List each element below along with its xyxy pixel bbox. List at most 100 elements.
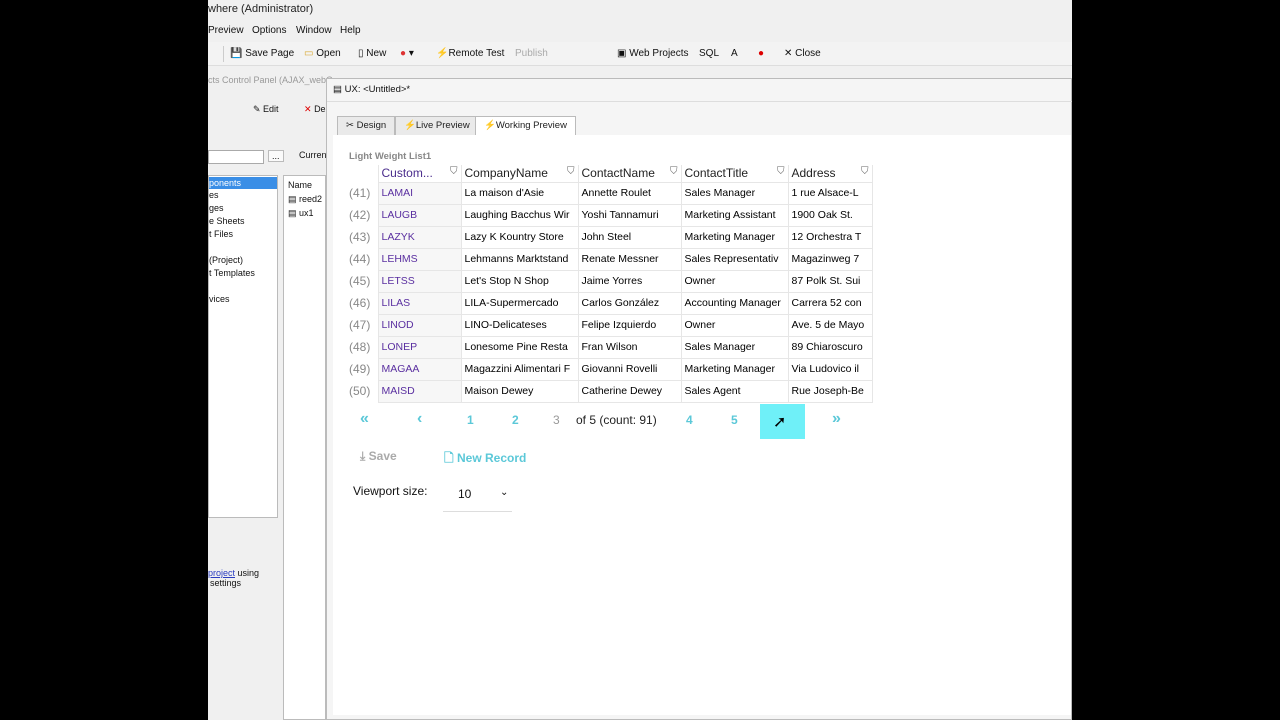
- web-projects-button[interactable]: ▣ Web Projects: [617, 48, 689, 59]
- company-name-cell: LILA-Supermercado: [460, 291, 579, 315]
- table-row[interactable]: (42) LAUGB Laughing Bacchus Wir Yoshi Tanna…: [346, 203, 873, 227]
- filter-input[interactable]: [208, 150, 264, 164]
- customer-id-cell: LETSS: [377, 269, 462, 293]
- customer-id-cell: LAUGB: [377, 203, 462, 227]
- save-button[interactable]: ⤓ Save: [360, 449, 397, 464]
- tab-design[interactable]: ✂ Design: [337, 116, 396, 135]
- row-number: (43): [346, 226, 378, 248]
- label: Save: [368, 449, 397, 463]
- filter-icon[interactable]: ⛉: [670, 166, 678, 177]
- contact-title-cell: Accounting Manager: [680, 291, 789, 315]
- row-number: (49): [346, 358, 378, 380]
- column-header-companyname[interactable]: CompanyName ⛉: [460, 165, 579, 183]
- table-row[interactable]: (48) LONEP Lonesome Pine Resta Fran Wilson S…: [346, 335, 873, 359]
- record-icon[interactable]: ●: [758, 48, 764, 59]
- table-row[interactable]: (46) LILAS LILA-Supermercado Carlos Gonzále…: [346, 291, 873, 315]
- tree-item[interactable]: (Project): [209, 254, 277, 267]
- open-button[interactable]: ▭ Open: [304, 48, 341, 59]
- tab-working-preview[interactable]: ⚡Working Preview: [475, 116, 576, 135]
- company-name-cell: Magazzini Alimentari F: [460, 357, 579, 381]
- chrome-icon: ●: [400, 48, 407, 59]
- publish-button[interactable]: Publish: [515, 48, 548, 59]
- label: Design: [356, 120, 387, 131]
- viewport-size-select[interactable]: 10 ⌄: [443, 484, 512, 512]
- menu-preview[interactable]: Preview: [208, 25, 244, 36]
- tree-item[interactable]: es: [209, 189, 277, 202]
- file-item[interactable]: ▤ ux1: [284, 208, 325, 219]
- filter-icon[interactable]: ⛉: [450, 166, 458, 177]
- sql-button[interactable]: SQL: [699, 48, 719, 59]
- tree-item[interactable]: vices: [209, 293, 277, 306]
- tree-item[interactable]: ges: [209, 202, 277, 215]
- name-header: Name: [288, 180, 313, 190]
- address-cell: 87 Polk St. Sui: [787, 269, 873, 293]
- first-page-button[interactable]: «: [360, 410, 369, 428]
- new-button[interactable]: ▯ New: [358, 48, 386, 59]
- save-icon: 💾: [230, 48, 243, 59]
- font-icon[interactable]: A: [731, 48, 738, 59]
- company-name-cell: La maison d'Asie: [460, 181, 579, 205]
- company-name-cell: Lonesome Pine Resta: [460, 335, 579, 359]
- table-row[interactable]: (41) LAMAI La maison d'Asie Annette Roulet S…: [346, 181, 873, 205]
- browse-button[interactable]: ...: [268, 150, 284, 162]
- contact-name-cell: Yoshi Tannamuri: [577, 203, 682, 227]
- column-header-contacttitle[interactable]: ContactTitle ⛉: [680, 165, 789, 183]
- lightning-icon: ⚡: [436, 48, 449, 59]
- table-row[interactable]: (49) MAGAA Magazzini Alimentari F Giovanni …: [346, 357, 873, 381]
- page-5-button[interactable]: 5: [731, 413, 738, 427]
- filter-icon[interactable]: ⛉: [861, 166, 869, 177]
- tab-live-preview[interactable]: ⚡Live Preview: [395, 116, 479, 135]
- download-icon: ⤓: [360, 449, 366, 463]
- customer-id-cell: LAZYK: [377, 225, 462, 249]
- tree-item[interactable]: ponents: [209, 177, 277, 189]
- tree-item[interactable]: t Templates: [209, 267, 277, 280]
- company-name-cell: Let's Stop N Shop: [460, 269, 579, 293]
- close-button[interactable]: ✕ Close: [784, 48, 821, 59]
- company-name-cell: Maison Dewey: [460, 379, 579, 403]
- page-4-button[interactable]: 4: [686, 413, 693, 427]
- table-row[interactable]: (44) LEHMS Lehmanns Marktstand Renate Messn…: [346, 247, 873, 271]
- file-item[interactable]: ▤ reed2: [284, 194, 325, 205]
- delete-icon: ✕: [304, 104, 312, 114]
- last-page-button[interactable]: »: [832, 410, 841, 428]
- menu-options[interactable]: Options: [252, 25, 286, 36]
- next-page-button[interactable]: ➚: [760, 404, 805, 439]
- label: Publish: [515, 48, 548, 59]
- page-1-button[interactable]: 1: [467, 413, 474, 427]
- edit-button[interactable]: ✎ Edit: [253, 104, 279, 115]
- tree-item[interactable]: e Sheets: [209, 215, 277, 228]
- column-header-customerid[interactable]: Custom... ⛉: [377, 165, 462, 183]
- delete-button[interactable]: ✕ De: [304, 104, 326, 115]
- contact-title-cell: Sales Manager: [680, 335, 789, 359]
- project-link[interactable]: project: [208, 568, 235, 578]
- cursor-icon: ➚: [773, 414, 787, 431]
- menu-help[interactable]: Help: [340, 25, 361, 36]
- address-cell: Carrera 52 con: [787, 291, 873, 315]
- control-panel-title: cts Control Panel (AJAX_webC: [208, 75, 333, 85]
- menu-window[interactable]: Window: [296, 25, 332, 36]
- filter-icon[interactable]: ⛉: [777, 166, 785, 177]
- tree-item[interactable]: t Files: [209, 228, 277, 241]
- new-record-button[interactable]: 🗋 New Record: [444, 449, 526, 470]
- footer-note: project using settings: [208, 568, 259, 588]
- table-row[interactable]: (45) LETSS Let's Stop N Shop Jaime Yorres Ow…: [346, 269, 873, 293]
- new-file-icon: ▯: [358, 48, 364, 59]
- customer-id-cell: MAGAA: [377, 357, 462, 381]
- page-2-button[interactable]: 2: [512, 413, 519, 427]
- column-header-contactname[interactable]: ContactName ⛉: [577, 165, 682, 183]
- list-title: Light Weight List1: [349, 151, 432, 162]
- prev-page-button[interactable]: ‹: [417, 410, 422, 428]
- rownum-header: [346, 165, 378, 182]
- label: New: [366, 48, 387, 59]
- table-row[interactable]: (50) MAISD Maison Dewey Catherine Dewey Sale…: [346, 379, 873, 403]
- filter-icon[interactable]: ⛉: [567, 166, 575, 177]
- column-header-address[interactable]: Address ⛉: [787, 165, 873, 183]
- save-page-button[interactable]: 💾 Save Page: [230, 48, 294, 59]
- remote-test-button[interactable]: ⚡Remote Test: [436, 48, 504, 59]
- table-row[interactable]: (47) LINOD LINO-Delicateses Felipe Izquierd…: [346, 313, 873, 337]
- tools-icon: ✂: [346, 120, 354, 131]
- contact-name-cell: Fran Wilson: [577, 335, 682, 359]
- browser-button[interactable]: ● ▾: [400, 48, 414, 59]
- table-row[interactable]: (43) LAZYK Lazy K Kountry Store John Steel M…: [346, 225, 873, 249]
- customer-id-cell: LILAS: [377, 291, 462, 315]
